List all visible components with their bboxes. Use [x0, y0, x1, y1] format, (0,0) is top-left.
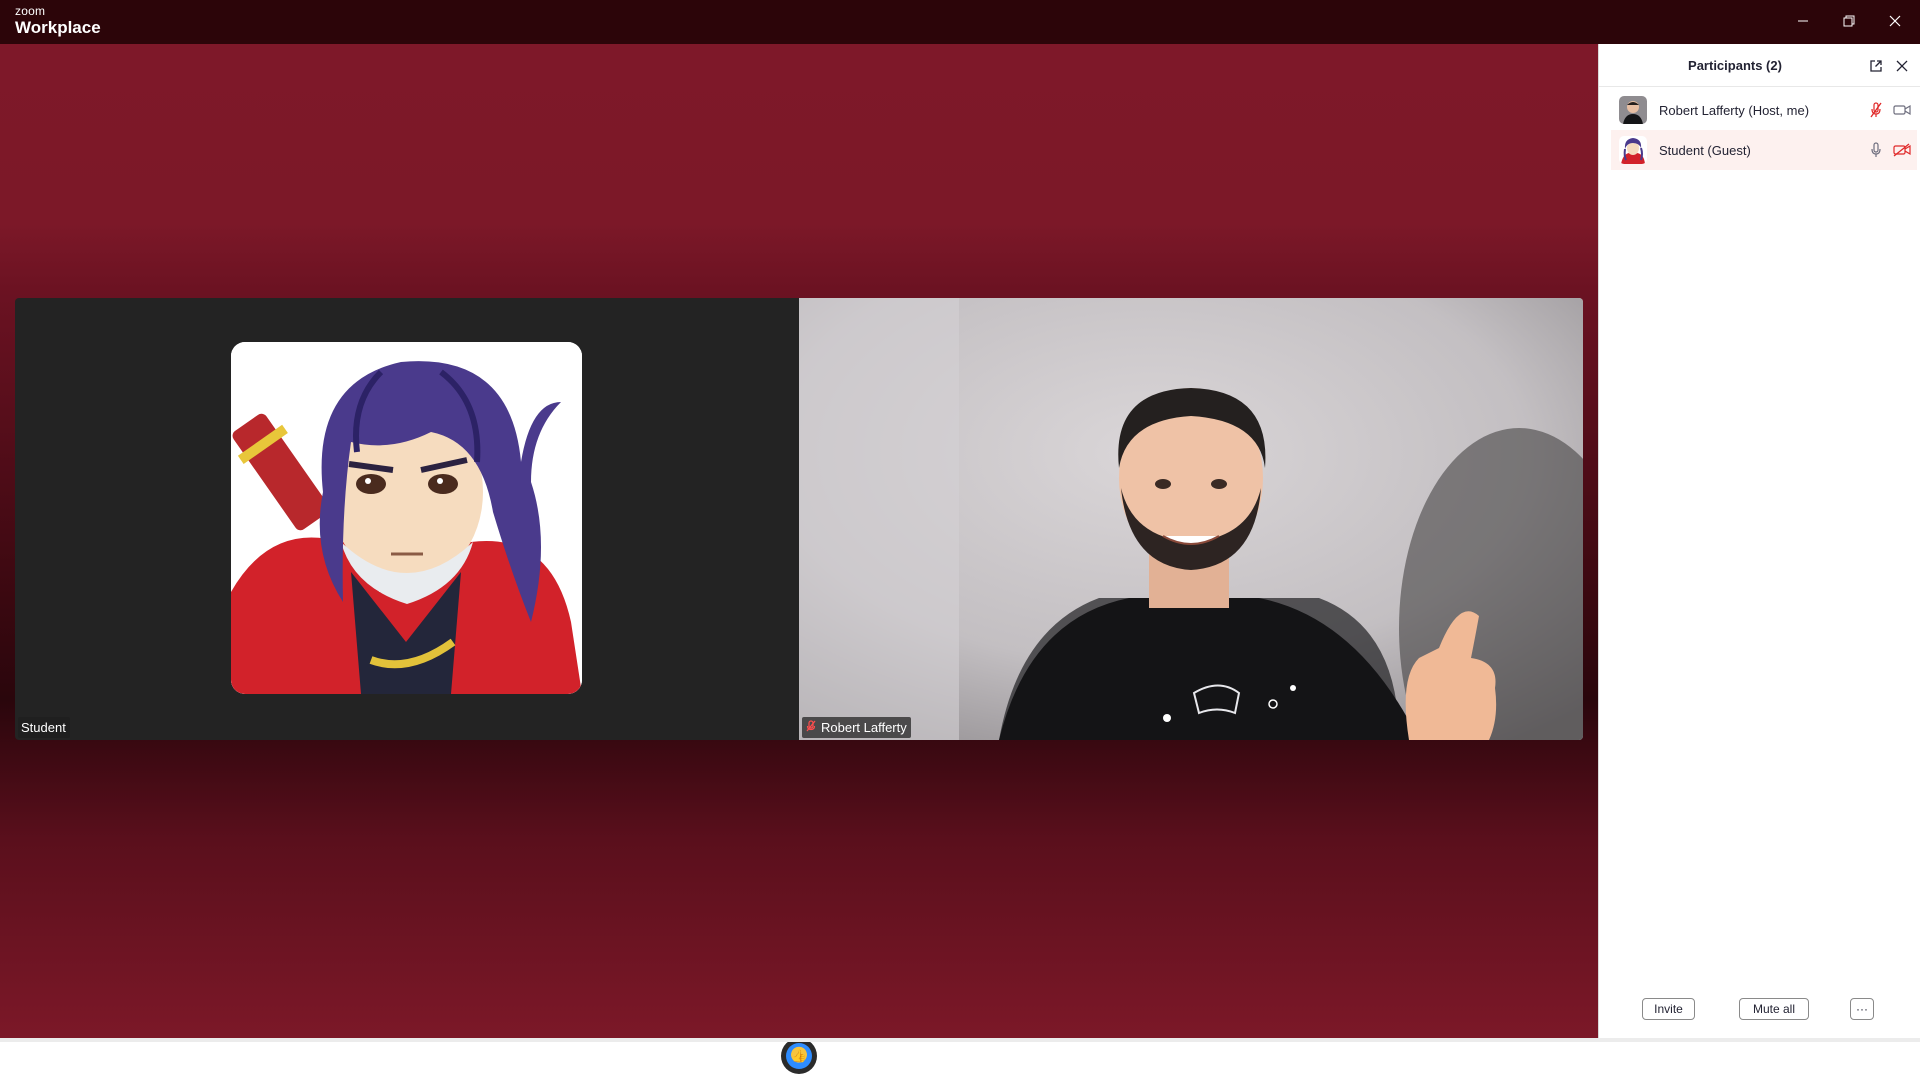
close-icon	[1889, 15, 1901, 27]
close-icon	[1896, 60, 1908, 72]
participant-row-robert[interactable]: Robert Lafferty (Host, me)	[1611, 90, 1917, 130]
restore-button[interactable]	[1827, 6, 1871, 36]
avatar-robert	[1619, 96, 1647, 124]
restore-icon	[1843, 15, 1855, 27]
robert-camera-feed	[799, 298, 1583, 740]
tile-name-tag-robert: Robert Lafferty	[802, 717, 911, 738]
window-bottom-edge	[0, 1038, 1920, 1042]
participants-panel: Participants (2) Robert Lafferty (Host, …	[1598, 44, 1920, 1038]
video-tile-robert[interactable]: Robert Lafferty	[799, 298, 1583, 740]
participants-title: Participants (2)	[1688, 58, 1782, 73]
tile-name-student: Student	[21, 720, 66, 735]
video-tile-student[interactable]: Student	[15, 298, 799, 740]
participant-name-student: Student (Guest)	[1659, 142, 1751, 158]
brand-big-text: Workplace	[15, 18, 101, 37]
muted-mic-icon	[805, 720, 817, 735]
reaction-button[interactable]: 👍	[781, 1038, 817, 1074]
minimize-icon	[1798, 20, 1808, 22]
muted-mic-icon[interactable]	[1867, 101, 1885, 119]
participant-row-student[interactable]: Student (Guest)	[1611, 130, 1917, 170]
participants-header: Participants (2)	[1599, 44, 1920, 87]
close-panel-button[interactable]	[1892, 56, 1912, 76]
more-options-button[interactable]: ···	[1850, 998, 1874, 1020]
tile-name-tag-student: Student	[18, 717, 70, 738]
thumbs-up-reaction-icon: 👍	[786, 1043, 812, 1069]
microphone-icon[interactable]	[1867, 141, 1885, 159]
invite-button[interactable]: Invite	[1642, 998, 1695, 1020]
student-avatar-image	[231, 342, 582, 694]
minimize-button[interactable]	[1781, 6, 1825, 36]
pop-out-icon	[1870, 60, 1882, 72]
tile-name-robert: Robert Lafferty	[821, 720, 907, 735]
title-bar: zoom Workplace	[0, 0, 1920, 44]
participants-footer: Invite Mute all ···	[1599, 992, 1920, 1032]
video-camera-icon[interactable]	[1893, 101, 1911, 119]
popout-button[interactable]	[1866, 56, 1886, 76]
avatar-student	[1619, 136, 1647, 164]
brand-small-text: zoom	[15, 4, 46, 18]
mute-all-button[interactable]: Mute all	[1739, 998, 1809, 1020]
zoom-meeting-window: zoom Workplace Student Robert Lafferty 👍…	[0, 0, 1920, 1074]
app-brand: zoom Workplace	[15, 5, 101, 36]
participant-name-robert: Robert Lafferty (Host, me)	[1659, 102, 1810, 118]
meeting-stage: Student Robert Lafferty 👍	[0, 44, 1598, 1074]
video-off-icon[interactable]	[1893, 141, 1911, 159]
close-window-button[interactable]	[1873, 6, 1917, 36]
